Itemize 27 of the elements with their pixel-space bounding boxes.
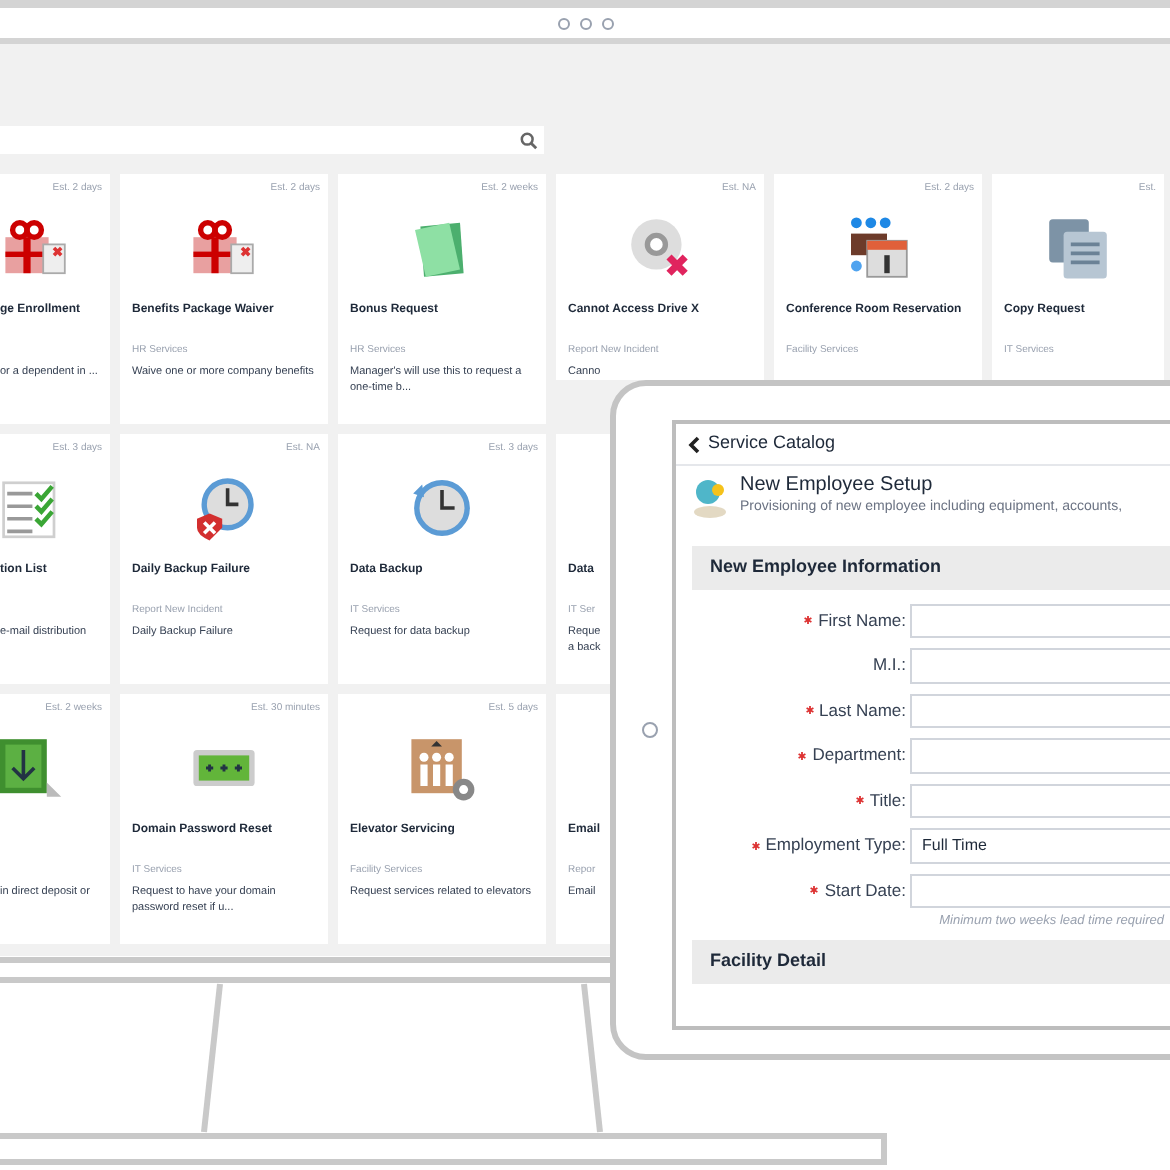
field-label: M.I.: — [872, 652, 906, 679]
field-label: Last Name: — [819, 697, 906, 724]
home-button[interactable] — [642, 722, 658, 738]
card-background[interactable] — [120, 174, 328, 424]
card-background[interactable] — [0, 174, 110, 424]
input-field[interactable] — [910, 873, 1170, 908]
field-label: Department: — [812, 742, 906, 769]
input-field[interactable] — [910, 648, 1170, 683]
input-field[interactable] — [910, 603, 1170, 638]
back-link[interactable]: Service Catalog — [676, 424, 1170, 466]
input-field[interactable]: Full Time — [910, 828, 1170, 863]
input-field[interactable] — [910, 738, 1170, 773]
input-field[interactable] — [910, 783, 1170, 818]
field-label: First Name: — [818, 607, 906, 634]
card-background[interactable] — [0, 694, 110, 944]
card-background[interactable] — [774, 174, 982, 380]
chevron-left-icon[interactable] — [688, 435, 700, 453]
field-label: Start Date: — [824, 877, 906, 904]
field-label: Employment Type: — [765, 832, 906, 859]
section-header: Facility Detail — [692, 939, 1170, 984]
form-title: New Employee Setup — [740, 474, 935, 498]
section-header: New Employee Information — [692, 545, 1170, 589]
search-field[interactable] — [0, 126, 544, 154]
person-icon — [692, 474, 728, 518]
search-icon[interactable] — [520, 131, 538, 149]
field-label: Title: — [869, 787, 906, 814]
input-field[interactable] — [910, 693, 1170, 728]
